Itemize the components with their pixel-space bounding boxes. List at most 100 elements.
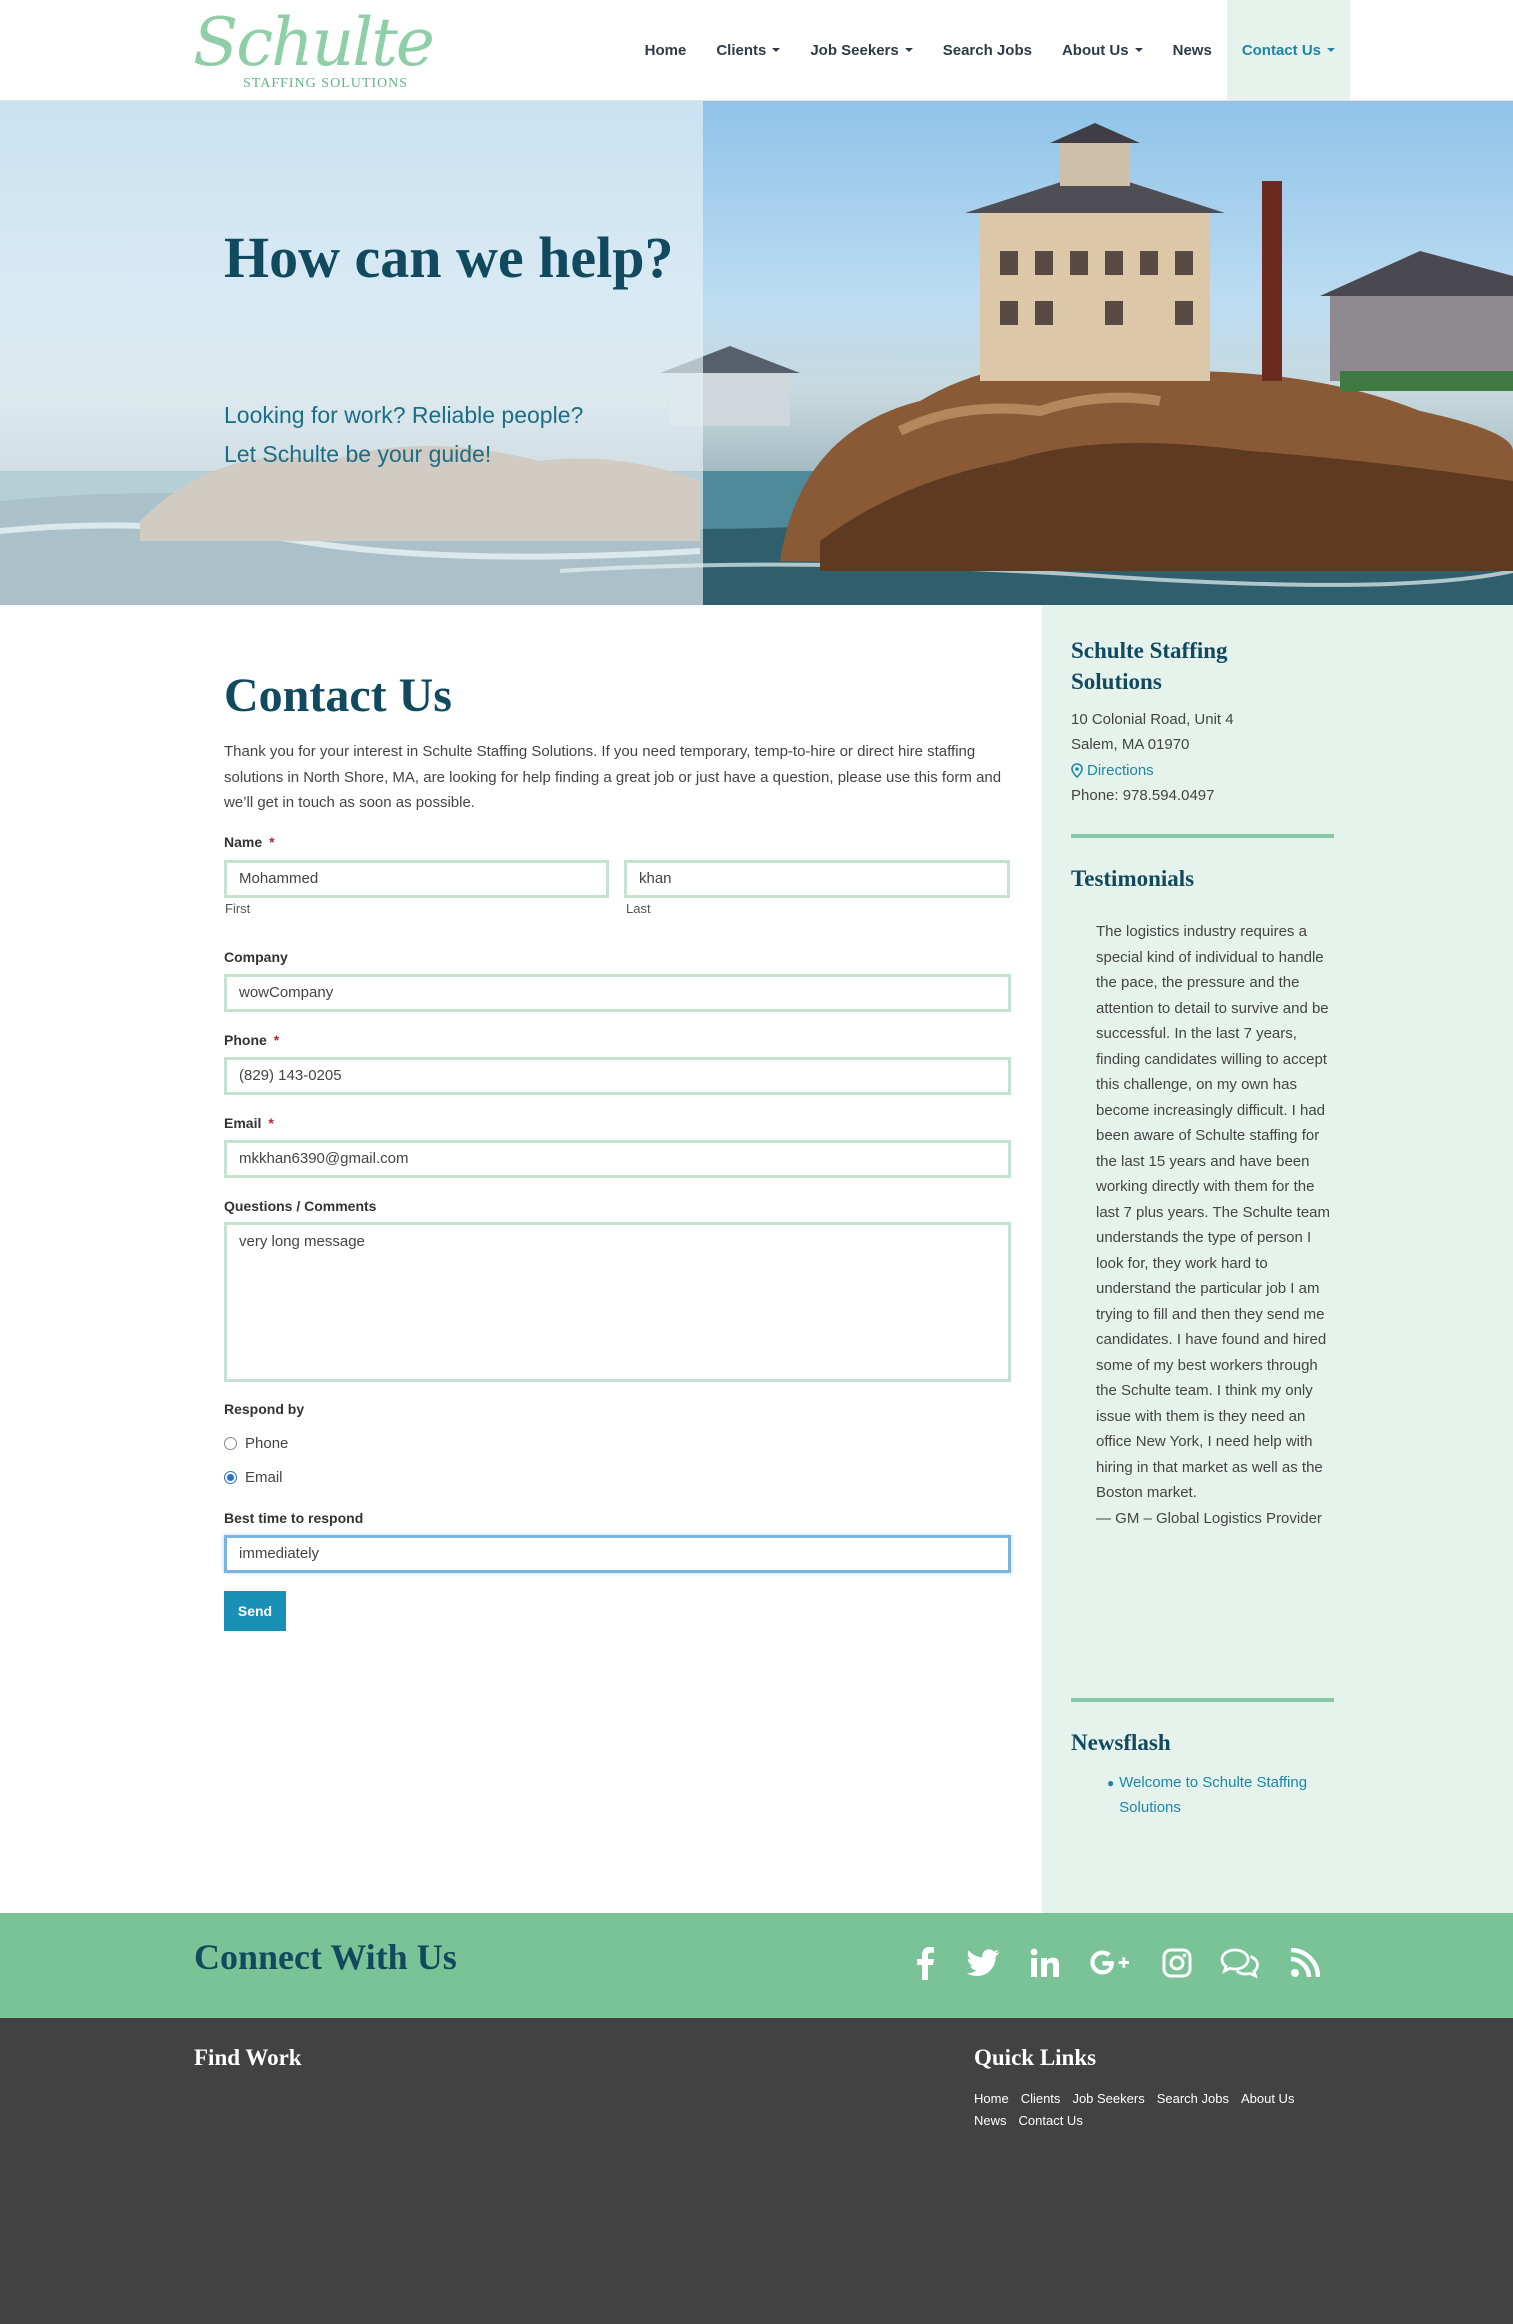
nav-job-seekers[interactable]: Job Seekers bbox=[795, 0, 927, 100]
caret-down-icon bbox=[1134, 48, 1143, 52]
nav-contact-us[interactable]: Contact Us bbox=[1226, 0, 1350, 100]
schulte-logo[interactable]: Schulte STAFFING SOLUTIONS bbox=[193, 10, 435, 94]
main-content: Contact Us Thank you for your interest i… bbox=[0, 605, 1042, 1913]
address-line2: Salem, MA 01970 bbox=[1071, 736, 1190, 753]
name-label: Name * bbox=[224, 834, 275, 850]
email-label-text: Email bbox=[224, 1115, 262, 1131]
bullet-icon: ● bbox=[1107, 1776, 1115, 1790]
site-footer: Find Work Quick Links Home Clients Job S… bbox=[0, 2018, 1513, 2324]
quick-link-search-jobs[interactable]: Search Jobs bbox=[1157, 2088, 1229, 2110]
nav-about-us-label: About Us bbox=[1061, 41, 1129, 59]
nav-clients[interactable]: Clients bbox=[701, 0, 795, 100]
best-time-input[interactable]: immediately bbox=[224, 1535, 1011, 1573]
first-name-sublabel: First bbox=[225, 901, 251, 916]
hero-overlay bbox=[0, 101, 703, 605]
news-item-link[interactable]: Welcome to Schulte Staffing Solutions bbox=[1119, 1770, 1325, 1820]
nav-clients-label: Clients bbox=[716, 41, 767, 59]
radio-email-label: Email bbox=[245, 1469, 283, 1486]
quick-links-title: Quick Links bbox=[974, 2045, 1097, 2070]
connect-title: Connect With Us bbox=[194, 1937, 457, 1977]
hero-subtitle: Looking for work? Reliable people? Let S… bbox=[224, 396, 674, 474]
nav-news-label: News bbox=[1172, 41, 1212, 59]
company-title: Schulte Staffing Solutions bbox=[1071, 638, 1228, 694]
nav-home[interactable]: Home bbox=[630, 0, 702, 100]
nav-job-seekers-label: Job Seekers bbox=[810, 41, 899, 59]
hero-subtitle-line1: Looking for work? Reliable people? bbox=[224, 402, 584, 428]
map-marker-icon bbox=[1071, 763, 1083, 779]
caret-down-icon bbox=[772, 48, 781, 52]
email-label: Email * bbox=[224, 1115, 274, 1131]
directions-link[interactable]: Directions bbox=[1071, 758, 1154, 784]
quick-links: Home Clients Job Seekers Search Jobs Abo… bbox=[974, 2088, 1314, 2132]
required-mark: * bbox=[268, 1115, 274, 1131]
quick-link-clients[interactable]: Clients bbox=[1021, 2088, 1061, 2110]
phone-label-text: Phone bbox=[224, 1032, 267, 1048]
twitter-icon[interactable] bbox=[963, 1943, 1003, 1983]
quick-link-contact-us[interactable]: Contact Us bbox=[1019, 2110, 1083, 2132]
nav-search-jobs[interactable]: Search Jobs bbox=[928, 0, 1047, 100]
main-nav: Home Clients Job Seekers Search Jobs Abo… bbox=[630, 0, 1350, 100]
testimonials-title: Testimonials bbox=[1071, 866, 1195, 891]
instagram-icon[interactable] bbox=[1157, 1943, 1197, 1983]
news-item[interactable]: ● Welcome to Schulte Staffing Solutions bbox=[1095, 1770, 1325, 1820]
chat-icon[interactable] bbox=[1220, 1943, 1260, 1983]
caret-down-icon bbox=[1327, 48, 1335, 52]
rss-icon[interactable] bbox=[1285, 1943, 1325, 1983]
company-input[interactable]: wowCompany bbox=[224, 974, 1011, 1012]
hero-banner: How can we help? Looking for work? Relia… bbox=[0, 101, 1513, 605]
nav-news[interactable]: News bbox=[1158, 0, 1227, 100]
required-mark: * bbox=[273, 1032, 280, 1048]
comments-label: Questions / Comments bbox=[224, 1198, 377, 1214]
nav-contact-us-label: Contact Us bbox=[1241, 41, 1321, 59]
find-work-title: Find Work bbox=[194, 2045, 302, 2070]
nav-search-jobs-label: Search Jobs bbox=[942, 41, 1032, 59]
required-mark: * bbox=[269, 834, 275, 850]
nav-home-label: Home bbox=[644, 41, 687, 59]
news-list: ● Welcome to Schulte Staffing Solutions bbox=[1095, 1770, 1325, 1820]
phone-input[interactable]: (829) 143-0205 bbox=[224, 1057, 1011, 1095]
nav-about-us[interactable]: About Us bbox=[1047, 0, 1158, 100]
address-line1: 10 Colonial Road, Unit 4 bbox=[1071, 711, 1234, 728]
radio-phone-label: Phone bbox=[245, 1435, 289, 1452]
email-input[interactable]: mkkhan6390@gmail.com bbox=[224, 1140, 1011, 1178]
quick-link-home[interactable]: Home bbox=[974, 2088, 1009, 2110]
respond-email-option[interactable]: Email bbox=[224, 1469, 283, 1486]
respond-by-label: Respond by bbox=[224, 1401, 305, 1417]
quick-link-job-seekers[interactable]: Job Seekers bbox=[1072, 2088, 1144, 2110]
quick-link-about-us[interactable]: About Us bbox=[1241, 2088, 1294, 2110]
sidebar: Schulte Staffing Solutions 10 Colonial R… bbox=[1042, 605, 1513, 1913]
linkedin-icon[interactable] bbox=[1025, 1943, 1065, 1983]
caret-down-icon bbox=[904, 48, 913, 52]
respond-phone-option[interactable]: Phone bbox=[224, 1435, 288, 1452]
intro-text: Thank you for your interest in Schulte S… bbox=[224, 743, 1002, 811]
phone-number: Phone: 978.594.0497 bbox=[1071, 787, 1215, 804]
directions-label: Directions bbox=[1087, 762, 1154, 779]
radio-email[interactable] bbox=[224, 1471, 237, 1484]
testimonial-author: — GM – Global Logistics Provider bbox=[1096, 1509, 1322, 1527]
facebook-icon[interactable] bbox=[905, 1943, 945, 1983]
name-label-text: Name bbox=[224, 834, 263, 850]
hero-subtitle-line2: Let Schulte be your guide! bbox=[224, 441, 492, 467]
logo-subtitle: STAFFING SOLUTIONS bbox=[243, 76, 409, 91]
sidebar-divider bbox=[1071, 834, 1334, 838]
google-plus-icon[interactable] bbox=[1090, 1943, 1130, 1983]
radio-phone[interactable] bbox=[224, 1437, 237, 1450]
connect-bar: Connect With Us bbox=[0, 1913, 1513, 2018]
send-button[interactable]: Send bbox=[224, 1591, 286, 1631]
page-title: Contact Us bbox=[224, 669, 452, 722]
phone-label: Phone * bbox=[224, 1032, 279, 1048]
testimonial: The logistics industry requires a specia… bbox=[1096, 919, 1336, 1531]
hero-title: How can we help? bbox=[224, 225, 674, 290]
best-time-label: Best time to respond bbox=[224, 1510, 364, 1526]
company-label: Company bbox=[224, 949, 288, 965]
first-name-input[interactable]: Mohammed bbox=[224, 860, 609, 898]
logo-script: Schulte bbox=[193, 4, 435, 81]
site-header: Schulte STAFFING SOLUTIONS Home Clients … bbox=[0, 0, 1513, 101]
testimonial-text: The logistics industry requires a specia… bbox=[1096, 923, 1331, 1501]
last-name-sublabel: Last bbox=[626, 901, 651, 916]
last-name-input[interactable]: khan bbox=[624, 860, 1010, 898]
sidebar-divider bbox=[1071, 1698, 1334, 1702]
comments-textarea[interactable]: very long message bbox=[224, 1222, 1011, 1382]
newsflash-title: Newsflash bbox=[1071, 1730, 1171, 1755]
quick-link-news[interactable]: News bbox=[974, 2110, 1007, 2132]
